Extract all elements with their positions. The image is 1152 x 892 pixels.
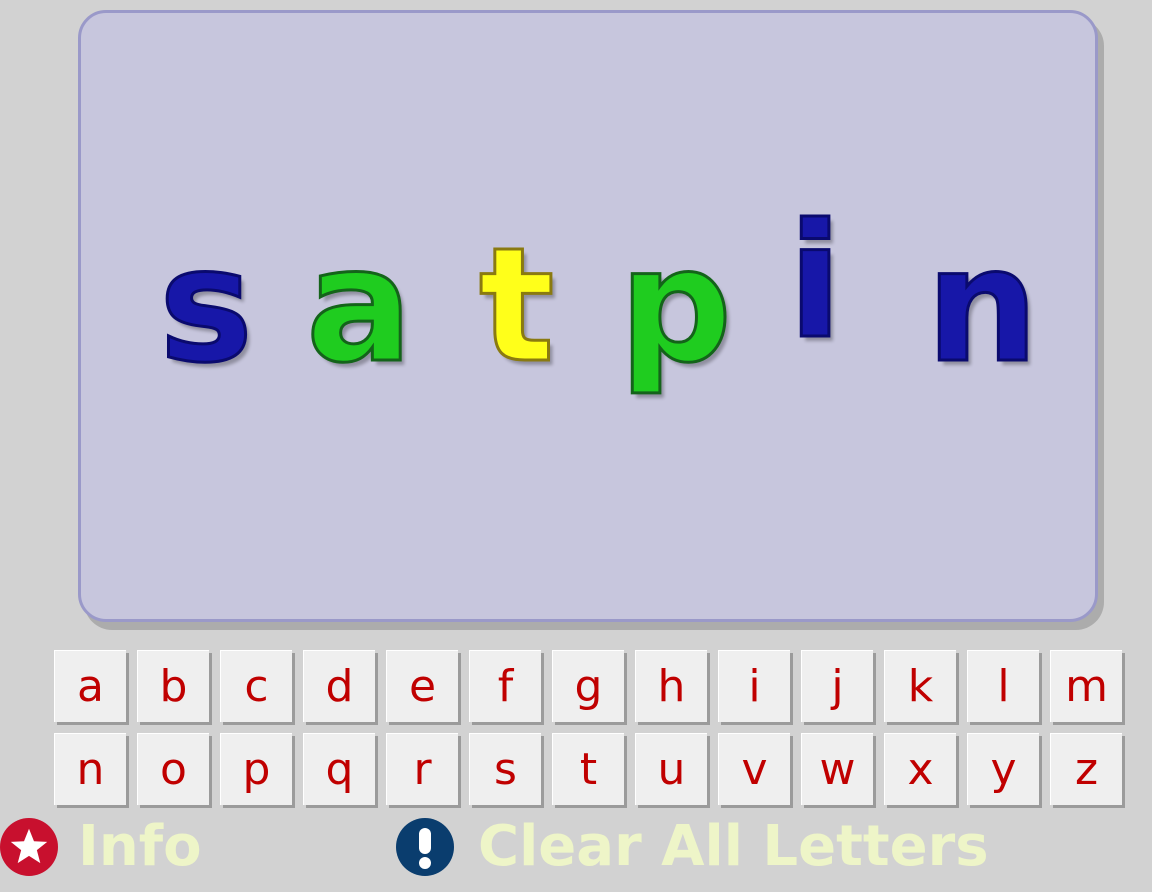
keyboard-row-2: n o p q r s t u v w x y z [54,733,1122,805]
key-v[interactable]: v [718,733,790,805]
key-a[interactable]: a [54,650,126,722]
key-g[interactable]: g [552,650,624,722]
info-button[interactable]: Info [0,818,202,876]
key-c[interactable]: c [220,650,292,722]
letter-board[interactable]: s a t p i n [78,10,1098,622]
key-m[interactable]: m [1050,650,1122,722]
info-label: Info [78,814,202,879]
key-u[interactable]: u [635,733,707,805]
key-i[interactable]: i [718,650,790,722]
key-j[interactable]: j [801,650,873,722]
board-letter-a[interactable]: a [305,226,415,387]
key-f[interactable]: f [469,650,541,722]
key-r[interactable]: r [386,733,458,805]
key-s[interactable]: s [469,733,541,805]
clear-all-letters-label: Clear All Letters [478,814,989,879]
key-e[interactable]: e [386,650,458,722]
key-l[interactable]: l [967,650,1039,722]
key-o[interactable]: o [137,733,209,805]
key-t[interactable]: t [552,733,624,805]
keyboard-row-1: a b c d e f g h i j k l m [54,650,1122,722]
key-q[interactable]: q [303,733,375,805]
key-p[interactable]: p [220,733,292,805]
key-d[interactable]: d [303,650,375,722]
board-letter-n[interactable]: n [924,226,1039,387]
clear-all-letters-button[interactable]: Clear All Letters [396,818,989,876]
key-b[interactable]: b [137,650,209,722]
key-z[interactable]: z [1050,733,1122,805]
board-letter-i[interactable]: i [786,202,843,363]
board-letter-t[interactable]: t [478,226,557,387]
board-letter-p[interactable]: p [617,226,733,387]
key-x[interactable]: x [884,733,956,805]
key-k[interactable]: k [884,650,956,722]
board-letter-s[interactable]: s [157,226,254,387]
key-n[interactable]: n [54,733,126,805]
exclamation-icon [396,818,454,876]
key-w[interactable]: w [801,733,873,805]
key-h[interactable]: h [635,650,707,722]
star-icon [0,818,58,876]
key-y[interactable]: y [967,733,1039,805]
